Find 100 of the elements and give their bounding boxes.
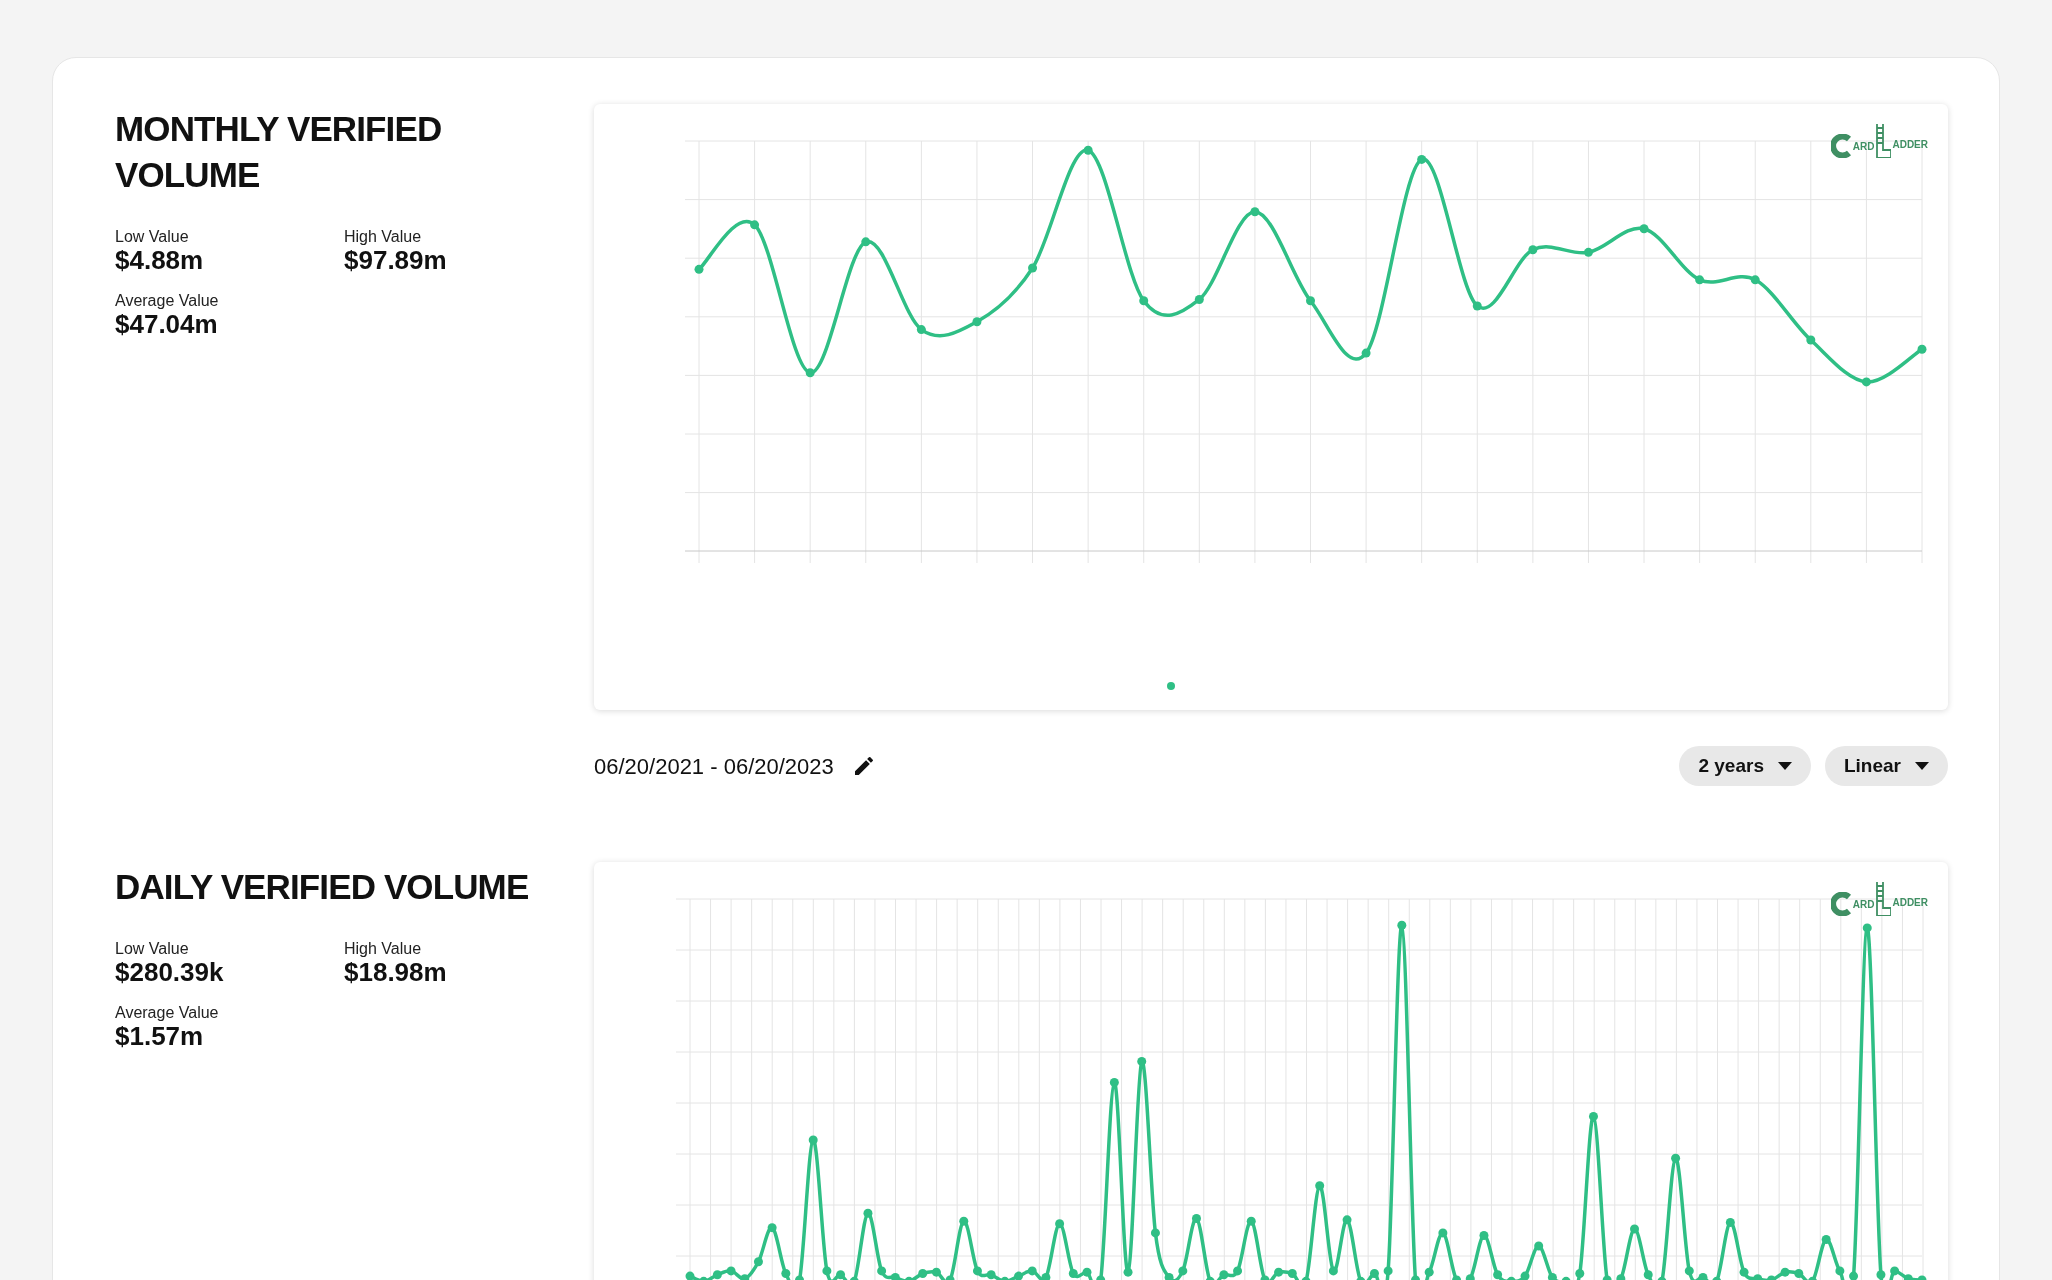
logo-text: ADDER [1892, 898, 1928, 908]
data-point [1000, 1276, 1010, 1280]
data-point [1274, 1267, 1284, 1277]
section-title: DAILY VERIFIED VOLUME [115, 866, 530, 908]
data-point [1082, 1267, 1092, 1277]
data-point [1493, 1270, 1503, 1280]
data-point [1639, 224, 1649, 234]
data-point [1438, 1228, 1448, 1238]
section-title: MONTHLY VERIFIED VOLUME [115, 108, 443, 196]
data-point [918, 1269, 928, 1278]
data-point [1411, 1275, 1420, 1280]
data-point [916, 325, 926, 335]
data-point [699, 1276, 709, 1280]
data-point [1139, 296, 1149, 306]
stat-value: $18.98m [344, 958, 448, 986]
data-point [945, 1275, 955, 1280]
data-point [1861, 377, 1871, 387]
data-point [1356, 1276, 1366, 1280]
data-point [1821, 1234, 1831, 1244]
data-point [1472, 301, 1482, 311]
data-point [1028, 263, 1038, 273]
data-point [863, 1208, 873, 1218]
data-point [1342, 1215, 1352, 1225]
data-point [1862, 923, 1872, 933]
data-point [1766, 1275, 1776, 1280]
data-point [1520, 1271, 1530, 1280]
data-point [1301, 1276, 1311, 1280]
data-point [1684, 1266, 1694, 1276]
data-point [1849, 1271, 1859, 1280]
logo-text: ARD [1852, 900, 1875, 910]
stat-value: $47.04m [115, 310, 219, 338]
c-letter-icon [1830, 134, 1853, 158]
data-point [753, 1257, 763, 1267]
data-point [1417, 154, 1427, 164]
data-point [1725, 1217, 1735, 1227]
data-point [808, 1135, 818, 1145]
c-letter-icon [1830, 892, 1853, 916]
stat-label: High Value [344, 940, 423, 958]
data-point [931, 1267, 941, 1277]
data-point [1753, 1274, 1763, 1280]
data-point [1150, 1228, 1160, 1238]
data-point [1643, 1270, 1653, 1280]
data-point [1424, 1267, 1434, 1277]
data-point [1808, 1276, 1817, 1280]
data-point [1137, 1056, 1147, 1066]
data-point [1739, 1267, 1749, 1277]
data-point [1397, 920, 1407, 930]
data-point [1903, 1274, 1913, 1280]
data-point [1233, 1266, 1243, 1276]
legend-dot [1167, 682, 1175, 690]
data-point [1194, 294, 1204, 304]
data-point [1876, 1270, 1886, 1280]
data-point [1361, 348, 1371, 358]
data-point [1750, 275, 1760, 285]
data-point [877, 1266, 887, 1276]
data-point [1123, 1267, 1133, 1277]
data-point [861, 237, 871, 247]
data-point [986, 1270, 996, 1280]
ladder-icon [1875, 882, 1892, 916]
ladder-icon [1875, 124, 1892, 158]
data-point [972, 1266, 982, 1276]
data-point [1547, 1272, 1557, 1280]
data-point [972, 317, 982, 327]
data-point [1306, 296, 1315, 306]
dropdown-button[interactable]: 2 years [1679, 746, 1811, 786]
data-point [1630, 1224, 1640, 1234]
caret-icon [1777, 762, 1792, 770]
dropdown-button[interactable]: Linear [1824, 746, 1948, 786]
date-range: 06/20/2021 - 06/20/2023 [594, 752, 834, 781]
stat-label: Average Value [115, 292, 220, 310]
data-point [694, 264, 704, 274]
stat-label: Average Value [115, 1004, 220, 1022]
data-point [1219, 1270, 1229, 1280]
data-point [1602, 1275, 1612, 1280]
data-point [1260, 1275, 1270, 1280]
data-point [1479, 1231, 1489, 1241]
stat-label: Low Value [115, 940, 190, 958]
stat-value: $4.88m [115, 246, 205, 274]
data-point [1794, 1269, 1804, 1278]
logo-text: ARD [1852, 142, 1875, 152]
data-point [1164, 1272, 1174, 1280]
data-point [1671, 1153, 1681, 1163]
data-point [1369, 1269, 1379, 1278]
data-point [1917, 344, 1927, 354]
data-point [849, 1276, 859, 1280]
data-point [1506, 1276, 1516, 1280]
data-point [1616, 1274, 1626, 1280]
data-point [1917, 1275, 1927, 1280]
data-point [1328, 1266, 1338, 1276]
data-point [1583, 247, 1593, 257]
data-point [781, 1269, 791, 1278]
data-point [1695, 275, 1705, 285]
logo-text: ADDER [1892, 140, 1928, 150]
data-point [1575, 1269, 1585, 1278]
data-point [904, 1276, 914, 1280]
data-point [836, 1270, 846, 1280]
stat-value: $1.57m [115, 1022, 205, 1050]
data-point [1657, 1276, 1667, 1280]
stat-value: $280.39k [115, 958, 225, 986]
data-point [1096, 1275, 1106, 1280]
